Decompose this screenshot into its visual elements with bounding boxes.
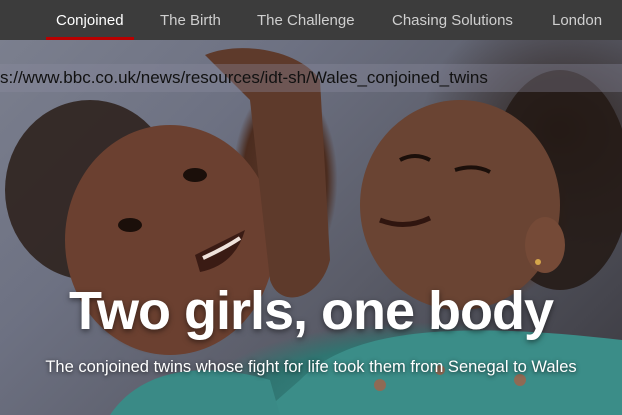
nav-item-london[interactable]: London — [552, 0, 602, 40]
nav-item-the-challenge[interactable]: The Challenge — [257, 0, 355, 40]
url-overlay-text: s://www.bbc.co.uk/news/resources/idt-sh/… — [0, 68, 488, 87]
hero-subtitle: The conjoined twins whose fight for life… — [45, 358, 577, 376]
nav-item-conjoined[interactable]: Conjoined — [46, 0, 134, 40]
top-navigation-bar: Conjoined The Birth The Challenge Chasin… — [0, 0, 622, 40]
hero-title: Two girls, one body — [68, 281, 554, 341]
nav-item-the-birth[interactable]: The Birth — [160, 0, 221, 40]
nav-item-chasing-solutions[interactable]: Chasing Solutions — [392, 0, 513, 40]
